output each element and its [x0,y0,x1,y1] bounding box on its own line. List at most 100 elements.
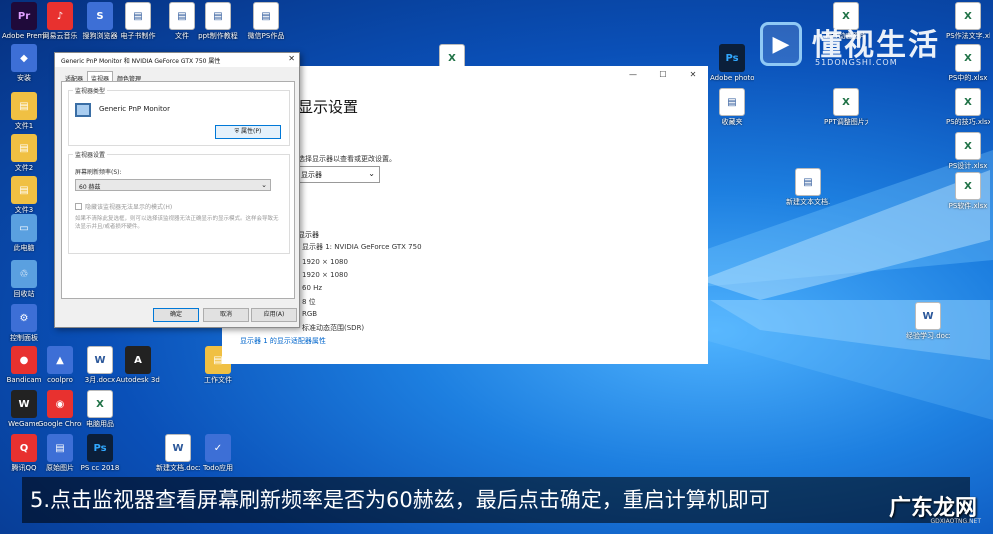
watermark-logo-icon: ▶ [760,22,802,66]
warning-note: 如果不清除此复选框，则可以选择该监视器无法正确显示的显示模式。这样会导致无法显示… [75,216,279,230]
refresh-rate-select[interactable]: 60 赫兹 ⌄ [75,179,271,191]
desktop-icon[interactable]: ▤ 新建文本文档.txt [786,168,830,207]
desktop-icon-label: PS中的.xlsx [948,74,988,82]
maximize-button[interactable]: ☐ [648,66,678,84]
app-icon: W [165,434,191,462]
display-info-heading: 显示器 [298,231,319,239]
page-title: 显示设置 [298,98,359,116]
desktop-icon[interactable]: ◉ Google Chrome [38,390,82,429]
app-icon: W [11,390,37,418]
app-icon: X [955,44,981,72]
monitor-type-group: 监视器类型 Generic PnP Monitor ⛨ 属性(P) [68,86,290,146]
desktop-icon[interactable]: ▤ 文件3 [2,176,46,215]
app-icon: ✓ [205,434,231,462]
desktop-icon-label: Autodesk 3ds Max [116,376,160,384]
monitor-name: Generic PnP Monitor [99,105,170,113]
desktop-icon-label: 网易云音乐 [42,32,78,40]
close-button[interactable]: ✕ [678,66,708,84]
display-select-value: 显示器 [301,171,322,179]
app-icon: Ps [719,44,745,72]
hide-modes-label: 隐藏该监视器无法显示的模式(H) [85,204,173,211]
desktop-icon[interactable]: ✓ Todo应用 [196,434,240,473]
app-icon: ◉ [47,390,73,418]
dialog-title: Generic PnP Monitor 和 NVIDIA GeForce GTX… [55,53,299,67]
desktop-icon[interactable]: ▤ 电子书制作 [116,2,160,41]
desktop-icon[interactable]: ▤ 文件2 [2,134,46,173]
chevron-down-icon: ⌄ [368,169,375,178]
desktop-icon[interactable]: ▤ ppt制作教程 [196,2,240,41]
desktop-icon[interactable]: X PS作法文字.xlsx [946,2,990,41]
app-icon: X [955,88,981,116]
desktop-icon-label: 此电脑 [13,244,35,252]
group-label: 监视器设置 [73,150,108,159]
desktop-icon[interactable]: ▤ 原始图片 [38,434,82,473]
app-icon: S [87,2,113,30]
monitor-properties-dialog: Generic PnP Monitor 和 NVIDIA GeForce GTX… [54,52,300,328]
desktop: PrAdobe Premie...♪网易云音乐S搜狗浏览器▤电子书制作▤文件▤p… [0,0,993,534]
info-line: 标准动态范围(SDR) [302,324,365,332]
app-icon: ◆ [11,44,37,72]
info-line: 1920 × 1080 [302,271,348,279]
desktop-icon-label: 文件2 [14,164,34,172]
close-icon[interactable]: ✕ [288,54,295,63]
desktop-icon[interactable]: Ps Adobe photosh... [710,44,754,83]
app-icon: W [915,302,941,330]
desktop-icon-label: PS的技巧.xlsx [946,118,990,126]
desktop-icon-label: PS作法文字.xlsx [946,32,990,40]
desktop-icon-label: coolpro [47,376,73,384]
app-icon: ♲ [11,260,37,288]
watermark-url: 51DONGSHI.COM [815,58,898,67]
app-icon: ▤ [47,434,73,462]
app-icon: ▤ [719,88,745,116]
apply-button[interactable]: 应用(A) [251,308,297,322]
desktop-icon[interactable]: ▤ 收藏夹 [710,88,754,127]
desktop-icon[interactable]: ▲ coolpro [38,346,82,385]
adapter-line: 显示器 1: NVIDIA GeForce GTX 750 [302,243,422,251]
app-icon: ▤ [11,134,37,162]
desktop-icon[interactable]: X PS的技巧.xlsx [946,88,990,127]
info-line: 8 位 [302,298,316,306]
desktop-icon[interactable]: ◆ 安装 [2,44,46,83]
hide-modes-checkbox[interactable] [75,203,82,210]
adapter-properties-link[interactable]: 显示器 1 的显示适配器属性 [240,336,326,346]
desktop-icon[interactable]: X PS设计.xlsx [946,132,990,171]
desktop-icon-label: Adobe photosh... [710,74,754,82]
desktop-icon[interactable]: X PPT调整图片大小.xlsx [824,88,868,127]
corner-logo-url: GDXIAOTNG.NET [930,518,981,525]
app-icon: Pr [11,2,37,30]
desktop-icon-label: 文件1 [14,122,34,130]
cancel-button[interactable]: 取消 [203,308,249,322]
desktop-icon[interactable]: ▭ 此电脑 [2,214,46,253]
app-icon: ● [11,346,37,374]
refresh-rate-label: 屏幕刷新频率(S): [75,169,122,176]
display-select[interactable]: 显示器 ⌄ [296,166,380,183]
desktop-icon[interactable]: X PS中的.xlsx [946,44,990,83]
desktop-icon[interactable]: Ps PS cc 2018 [78,434,122,473]
desktop-icon-label: 控制面板 [10,334,38,342]
ok-button[interactable]: 确定 [153,308,199,322]
desktop-icon[interactable]: ▤ 文件1 [2,92,46,131]
desktop-icon-label: Google Chrome [38,420,82,428]
desktop-icon[interactable]: W 新建文档.docx [156,434,200,473]
desktop-icon[interactable]: X 电脑用品 [78,390,122,429]
desktop-icon[interactable]: A Autodesk 3ds Max [116,346,160,385]
group-label: 监视器类型 [73,86,108,95]
app-icon: ▤ [11,92,37,120]
desktop-icon[interactable]: W 经验学习.docx [906,302,950,341]
info-line: 1920 × 1080 [302,258,348,266]
desktop-icon-label: 电子书制作 [120,32,156,40]
app-icon: Ps [87,434,113,462]
refresh-rate-value: 60 赫兹 [79,184,101,191]
monitor-settings-group: 监视器设置 屏幕刷新频率(S): 60 赫兹 ⌄ 隐藏该监视器无法显示的模式(H… [68,150,290,254]
desktop-icon[interactable]: ♪ 网易云音乐 [38,2,82,41]
desktop-icon[interactable]: X PS软件.xlsx [946,172,990,211]
desktop-icon[interactable]: ♲ 回收站 [2,260,46,299]
desktop-icon-label: 收藏夹 [721,118,743,126]
desktop-icon-label: ppt制作教程 [198,32,238,40]
info-line: 60 Hz [302,284,323,292]
app-icon: A [125,346,151,374]
minimize-button[interactable]: — [618,66,648,84]
properties-button[interactable]: ⛨ 属性(P) [215,125,281,139]
desktop-icon[interactable]: ⚙ 控制面板 [2,304,46,343]
desktop-icon[interactable]: ▤ 微信PS作品 [244,2,288,41]
